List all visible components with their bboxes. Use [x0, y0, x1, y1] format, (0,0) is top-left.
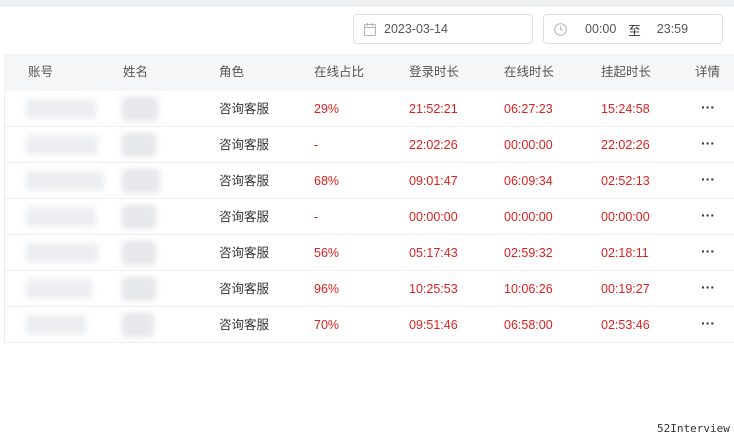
more-horizontal-icon[interactable]: ··· [701, 271, 715, 303]
cell-online-ratio: 56% [314, 246, 340, 260]
account-redacted [26, 315, 86, 335]
cell-role: 咨询客服 [219, 102, 270, 116]
time-separator: 至 [628, 23, 641, 38]
cell-hold-duration: 22:02:26 [601, 138, 650, 152]
watermark: 52Interview [657, 422, 730, 435]
name-redacted [122, 313, 154, 337]
header-online-duration: 在线时长 [504, 65, 555, 79]
cell-online-ratio: - [314, 138, 319, 152]
time-range-picker[interactable]: 00:00 至 23:59 [543, 14, 723, 44]
name-redacted [122, 241, 156, 265]
header-role: 角色 [219, 65, 245, 79]
more-horizontal-icon[interactable]: ··· [701, 127, 715, 159]
time-start[interactable]: 00:00 [585, 22, 616, 36]
table-row: 咨询客服 68% 09:01:47 06:09:34 02:52:13 ··· [4, 163, 734, 199]
cell-role: 咨询客服 [219, 138, 270, 152]
cell-role: 咨询客服 [219, 210, 270, 224]
more-horizontal-icon[interactable]: ··· [701, 199, 715, 231]
table-row: 咨询客服 56% 05:17:43 02:59:32 02:18:11 ··· [4, 235, 734, 271]
header-login-duration: 登录时长 [409, 65, 460, 79]
cell-hold-duration: 02:52:13 [601, 174, 650, 188]
account-redacted [26, 243, 98, 263]
cell-online-duration: 06:27:23 [504, 102, 553, 116]
cell-online-duration: 02:59:32 [504, 246, 553, 260]
cell-online-ratio: - [314, 210, 319, 224]
calendar-icon [364, 22, 376, 36]
date-picker[interactable]: 2023-03-14 [353, 14, 533, 44]
header-detail: 详情 [695, 65, 721, 79]
header-account: 账号 [28, 65, 54, 79]
name-redacted [122, 169, 160, 193]
cell-role: 咨询客服 [219, 246, 270, 260]
cell-hold-duration: 15:24:58 [601, 102, 650, 116]
account-redacted [26, 171, 104, 191]
table-row: 咨询客服 - 22:02:26 00:00:00 22:02:26 ··· [4, 127, 734, 163]
date-value: 2023-03-14 [384, 22, 448, 36]
cell-online-duration: 00:00:00 [504, 210, 553, 224]
cell-online-duration: 00:00:00 [504, 138, 553, 152]
cell-login-duration: 22:02:26 [409, 138, 458, 152]
cell-online-ratio: 96% [314, 282, 340, 296]
cell-hold-duration: 00:00:00 [601, 210, 650, 224]
more-horizontal-icon[interactable]: ··· [701, 163, 715, 195]
table-row: 咨询客服 96% 10:25:53 10:06:26 00:19:27 ··· [4, 271, 734, 307]
cell-login-duration: 00:00:00 [409, 210, 458, 224]
cell-login-duration: 09:51:46 [409, 318, 458, 332]
cell-online-duration: 06:58:00 [504, 318, 553, 332]
cell-login-duration: 10:25:53 [409, 282, 458, 296]
table-row: 咨询客服 29% 21:52:21 06:27:23 15:24:58 ··· [4, 91, 734, 127]
top-bar [0, 0, 734, 6]
name-redacted [122, 97, 158, 121]
header-hold-duration: 挂起时长 [601, 65, 652, 79]
cell-online-ratio: 70% [314, 318, 340, 332]
cell-online-duration: 10:06:26 [504, 282, 553, 296]
cell-role: 咨询客服 [219, 282, 270, 296]
table-row: 咨询客服 70% 09:51:46 06:58:00 02:53:46 ··· [4, 307, 734, 343]
cell-login-duration: 21:52:21 [409, 102, 458, 116]
more-horizontal-icon[interactable]: ··· [701, 91, 715, 123]
account-redacted [26, 135, 98, 155]
time-end[interactable]: 23:59 [657, 22, 688, 36]
header-online-ratio: 在线占比 [314, 65, 365, 79]
cell-hold-duration: 02:18:11 [601, 246, 649, 260]
account-redacted [26, 207, 96, 227]
cell-hold-duration: 00:19:27 [601, 282, 650, 296]
more-horizontal-icon[interactable]: ··· [701, 235, 715, 267]
account-redacted [26, 279, 92, 299]
name-redacted [122, 133, 156, 157]
cell-login-duration: 05:17:43 [409, 246, 458, 260]
cell-hold-duration: 02:53:46 [601, 318, 650, 332]
name-redacted [122, 277, 156, 301]
cell-login-duration: 09:01:47 [409, 174, 458, 188]
agent-stats-table: 账号 姓名 角色 在线占比 登录时长 在线时长 挂起时长 详情 咨询客服 29% 2… [4, 54, 734, 343]
header-name: 姓名 [123, 65, 149, 79]
clock-icon [554, 22, 567, 36]
cell-online-duration: 06:09:34 [504, 174, 553, 188]
cell-role: 咨询客服 [219, 174, 270, 188]
cell-online-ratio: 29% [314, 102, 340, 116]
table-row: 咨询客服 - 00:00:00 00:00:00 00:00:00 ··· [4, 199, 734, 235]
cell-role: 咨询客服 [219, 318, 270, 332]
name-redacted [122, 205, 156, 229]
more-horizontal-icon[interactable]: ··· [701, 307, 715, 339]
cell-online-ratio: 68% [314, 174, 340, 188]
account-redacted [26, 99, 96, 119]
table-header: 账号 姓名 角色 在线占比 登录时长 在线时长 挂起时长 详情 [4, 54, 734, 91]
